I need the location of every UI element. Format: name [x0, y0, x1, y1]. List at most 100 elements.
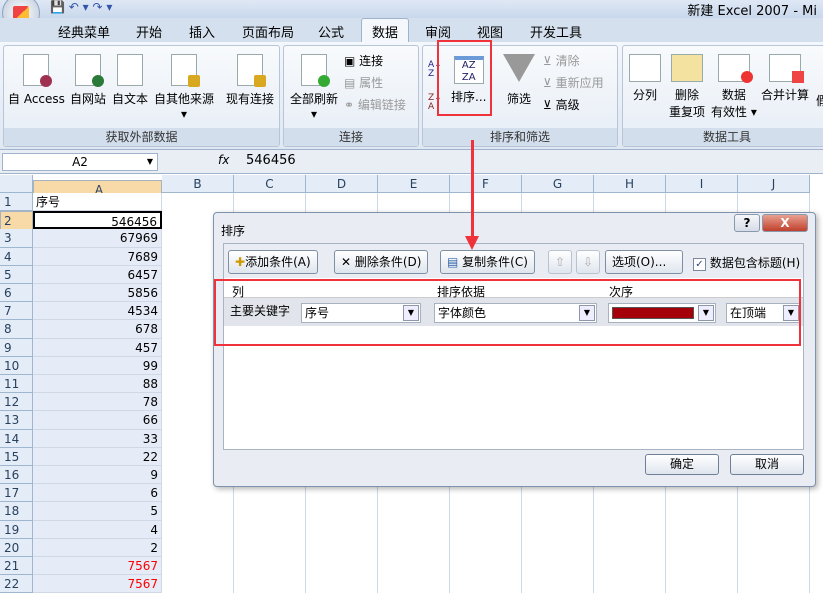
row-header[interactable]: 3 — [0, 229, 33, 248]
name-box[interactable]: A2 ▼ — [2, 153, 158, 171]
row-header[interactable]: 8 — [0, 320, 33, 339]
cell[interactable]: 5 — [33, 502, 162, 521]
tab-insert[interactable]: 插入 — [189, 22, 215, 41]
cell[interactable]: 6457 — [33, 265, 162, 284]
tab-view[interactable]: 视图 — [477, 22, 503, 41]
tab-page-layout[interactable]: 页面布局 — [242, 22, 294, 41]
cell[interactable]: 22 — [33, 447, 162, 466]
from-other-sources-button[interactable]: 自其他来源 ▾ — [154, 54, 214, 121]
from-web-button[interactable]: 自网站 — [70, 54, 106, 107]
row-header[interactable]: 10 — [0, 356, 33, 375]
move-up-button[interactable]: ⇧ — [548, 250, 572, 274]
what-if-button[interactable]: 假 — [816, 92, 823, 109]
from-access-button[interactable]: 自 Access — [8, 54, 65, 107]
properties-button[interactable]: ▤ 属性 — [344, 74, 383, 91]
move-down-button[interactable]: ⇩ — [576, 250, 600, 274]
sort-button-highlight — [437, 40, 492, 116]
cell[interactable]: 7689 — [33, 247, 162, 266]
consolidate-button[interactable]: 合并计算 — [761, 54, 809, 103]
row-header[interactable]: 15 — [0, 447, 33, 466]
from-text-button[interactable]: 自文本 — [112, 54, 148, 107]
row-header[interactable]: 18 — [0, 502, 33, 521]
options-button[interactable]: 选项(O)... — [605, 250, 683, 274]
column-header-D[interactable]: D — [306, 175, 378, 193]
cell[interactable]: 7567 — [33, 557, 162, 576]
tab-formulas[interactable]: 公式 — [318, 22, 344, 41]
reapply-button[interactable]: ⊻ 重新应用 — [543, 74, 604, 91]
row-header[interactable]: 6 — [0, 284, 33, 303]
cell[interactable]: 序号 — [33, 193, 162, 212]
column-header-I[interactable]: I — [666, 175, 738, 193]
row-header[interactable]: 11 — [0, 375, 33, 394]
column-header-C[interactable]: C — [234, 175, 306, 193]
row-header[interactable]: 4 — [0, 247, 33, 266]
row-header[interactable]: 1 — [0, 193, 33, 212]
data-validation-button[interactable]: 数据 有效性 ▾ — [711, 54, 757, 120]
tab-classic-menu[interactable]: 经典菜单 — [58, 22, 110, 41]
connections-button[interactable]: ▣ 连接 — [344, 52, 383, 69]
row-header[interactable]: 22 — [0, 575, 33, 593]
row-header[interactable]: 13 — [0, 411, 33, 430]
add-level-button[interactable]: ✚添加条件(A) — [228, 250, 318, 274]
remove-duplicates-icon — [671, 54, 703, 82]
cell[interactable]: 678 — [33, 320, 162, 339]
cell[interactable]: 6 — [33, 484, 162, 503]
has-header-checkbox[interactable]: ✓ 数据包含标题(H) — [693, 254, 800, 271]
formula-input[interactable]: 546456 — [246, 153, 296, 168]
cell[interactable]: 7567 — [33, 575, 162, 593]
sort-levels-panel: ✚添加条件(A) ✕ 删除条件(D) ▤ 复制条件(C) ⇧ ⇩ 选项(O)..… — [223, 243, 804, 450]
row-header[interactable]: 16 — [0, 466, 33, 485]
ok-button[interactable]: 确定 — [645, 454, 719, 475]
cell[interactable]: 78 — [33, 393, 162, 412]
cancel-button[interactable]: 取消 — [730, 454, 804, 475]
row-header[interactable]: 14 — [0, 429, 33, 448]
cell[interactable]: 457 — [33, 338, 162, 357]
copy-level-button[interactable]: ▤ 复制条件(C) — [440, 250, 535, 274]
insert-function-icon[interactable]: fx — [218, 153, 229, 167]
cell[interactable]: 88 — [33, 375, 162, 394]
column-header-E[interactable]: E — [378, 175, 450, 193]
row-header[interactable]: 12 — [0, 393, 33, 412]
existing-connections-button[interactable]: 现有连接 — [226, 54, 274, 107]
cell[interactable]: 67969 — [33, 229, 162, 248]
row-header[interactable]: 20 — [0, 538, 33, 557]
edit-links-button[interactable]: ⚭ 编辑链接 — [344, 96, 406, 113]
cell[interactable]: 4 — [33, 520, 162, 539]
column-header-G[interactable]: G — [522, 175, 594, 193]
refresh-all-button[interactable]: 全部刷新 ▾ — [290, 54, 338, 121]
column-header-H[interactable]: H — [594, 175, 666, 193]
column-header-B[interactable]: B — [162, 175, 234, 193]
tab-data[interactable]: 数据 — [361, 18, 410, 43]
tab-review[interactable]: 审阅 — [425, 22, 451, 41]
select-all-corner[interactable] — [0, 175, 33, 193]
column-header-J[interactable]: J — [738, 175, 810, 193]
help-button[interactable]: ? — [734, 214, 760, 232]
clear-button[interactable]: ⊻ 清除 — [543, 52, 580, 69]
tab-developer[interactable]: 开发工具 — [530, 22, 582, 41]
row-header[interactable]: 2 — [0, 211, 33, 232]
remove-duplicates-button[interactable]: 删除 重复项 — [669, 54, 705, 120]
row-header[interactable]: 7 — [0, 302, 33, 321]
row-header[interactable]: 21 — [0, 557, 33, 576]
quick-access-toolbar[interactable]: 💾 ↶ ▾ ↷ ▾ — [50, 0, 150, 16]
tab-home[interactable]: 开始 — [136, 22, 162, 41]
advanced-button[interactable]: ⊻ 高级 — [543, 96, 580, 113]
cell[interactable]: 66 — [33, 411, 162, 430]
text-to-columns-button[interactable]: 分列 — [629, 54, 661, 103]
x-icon: ✕ — [341, 255, 355, 269]
row-header[interactable]: 19 — [0, 520, 33, 539]
cell[interactable]: 2 — [33, 538, 162, 557]
delete-level-button[interactable]: ✕ 删除条件(D) — [334, 250, 429, 274]
cell[interactable]: 546456 — [33, 211, 162, 230]
column-header-F[interactable]: F — [450, 175, 522, 193]
cell[interactable]: 9 — [33, 466, 162, 485]
row-header[interactable]: 5 — [0, 265, 33, 284]
close-button[interactable]: X — [762, 214, 808, 232]
filter-button[interactable]: 筛选 — [503, 54, 535, 107]
row-header[interactable]: 17 — [0, 484, 33, 503]
row-header[interactable]: 9 — [0, 338, 33, 357]
cell[interactable]: 33 — [33, 429, 162, 448]
cell[interactable]: 5856 — [33, 284, 162, 303]
cell[interactable]: 99 — [33, 356, 162, 375]
cell[interactable]: 4534 — [33, 302, 162, 321]
